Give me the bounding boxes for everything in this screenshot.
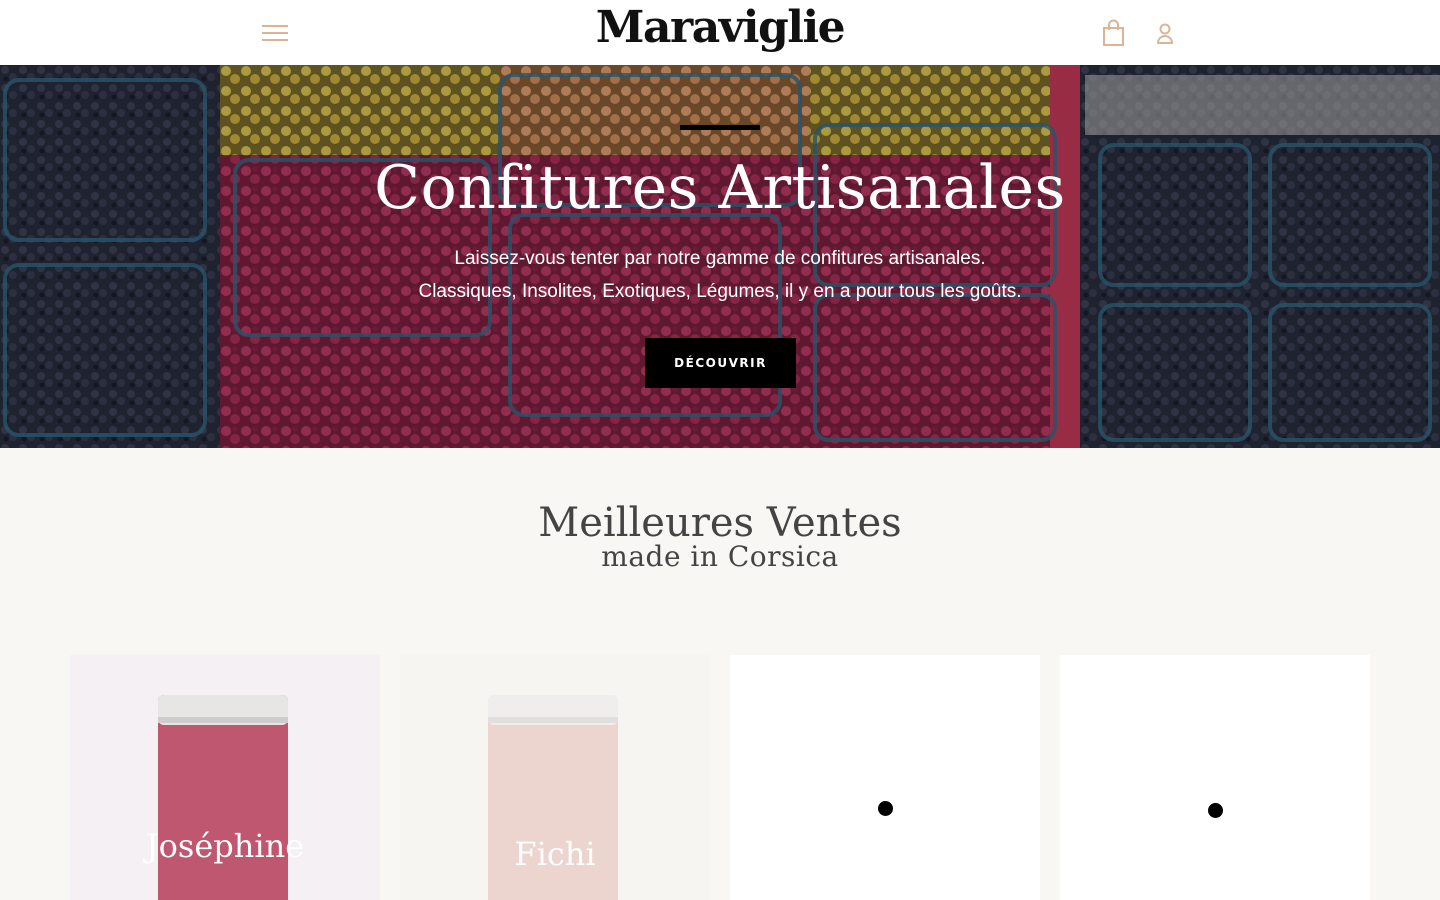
hero-title: Confitures Artisanales <box>374 153 1066 223</box>
jar-label: Fichi <box>514 835 596 873</box>
loading-spinner-icon <box>878 801 893 816</box>
shopping-bag-icon[interactable] <box>1100 18 1128 48</box>
site-logo[interactable]: Maraviglie <box>520 2 920 53</box>
product-card[interactable]: Fichi <box>400 655 710 900</box>
product-card[interactable] <box>1060 655 1370 900</box>
loading-spinner-icon <box>1208 803 1223 818</box>
hamburger-menu-icon[interactable] <box>262 22 288 44</box>
jar-label: Joséphine <box>145 827 305 865</box>
hero-banner: Confitures Artisanales Laissez-vous tent… <box>0 65 1440 448</box>
product-card[interactable] <box>730 655 1040 900</box>
site-header: Maraviglie <box>0 0 1440 65</box>
product-card[interactable]: Joséphine <box>70 655 380 900</box>
hero-decorative-bar <box>680 125 760 130</box>
hero-subtitle-line2: Classiques, Insolites, Exotiques, Légume… <box>418 281 1022 302</box>
user-account-icon[interactable] <box>1152 18 1180 48</box>
section-subtitle: made in Corsica <box>601 540 839 573</box>
hero-subtitle-line1: Laissez-vous tenter par notre gamme de c… <box>454 248 986 269</box>
discover-button[interactable]: DÉCOUVRIR <box>645 338 796 388</box>
